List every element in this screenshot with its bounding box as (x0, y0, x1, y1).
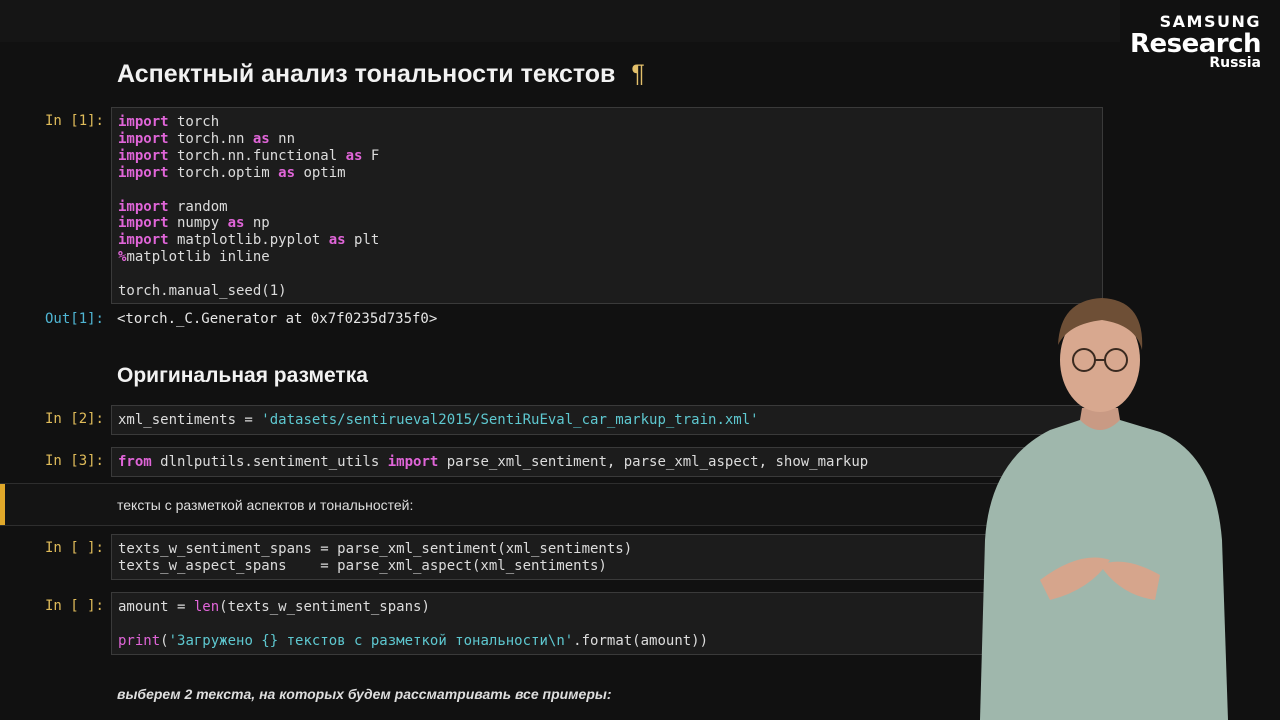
code-keyword: as (227, 215, 245, 232)
markdown-text: тексты с разметкой аспектов и тональност… (117, 497, 414, 513)
code-editor[interactable]: xml_sentiments = 'datasets/sentirueval20… (118, 412, 1096, 429)
code-keyword: import (118, 114, 169, 130)
code-editor[interactable]: import torch import torch.nn as nn impor… (118, 114, 1096, 300)
code-token: F (362, 147, 380, 164)
code-token: optim (295, 164, 346, 181)
code-token: torch (168, 114, 220, 130)
cell-5-in-prompt: In [ ]: (44, 598, 104, 614)
notebook-toolbar (0, 0, 1120, 42)
code-keyword: as (278, 164, 296, 181)
code-keyword: import (118, 232, 169, 249)
code-token: texts_w_aspect_spans = parse_xml_aspect(… (118, 557, 607, 574)
code-editor[interactable]: texts_w_sentiment_spans = parse_xml_sent… (118, 541, 1096, 575)
notebook-title: Аспектный анализ тональности текстов ¶ (117, 60, 645, 89)
markdown-cell-selected[interactable]: тексты с разметкой аспектов и тональност… (0, 483, 1104, 526)
code-cell-2[interactable]: xml_sentiments = 'datasets/sentirueval20… (111, 405, 1103, 435)
section-heading: Оригинальная разметка (117, 364, 368, 387)
code-token: amount = (118, 599, 194, 615)
code-keyword: as (328, 232, 346, 249)
code-token: print (118, 632, 161, 649)
code-token: texts_w_sentiment_spans = parse_xml_sent… (118, 541, 633, 557)
code-token: torch.nn (168, 130, 253, 147)
code-editor[interactable]: amount = len(texts_w_sentiment_spans) pr… (118, 599, 1096, 650)
code-keyword: import (118, 164, 169, 181)
code-keyword: import (118, 130, 169, 147)
code-editor[interactable]: from dlnlputils.sentiment_utils import p… (118, 454, 1096, 471)
code-keyword: import (118, 215, 169, 232)
code-token: torch.manual_seed(1) (118, 283, 287, 300)
code-cell-4[interactable]: texts_w_sentiment_spans = parse_xml_sent… (111, 534, 1103, 580)
code-token: torch.optim (168, 164, 279, 181)
code-token: matplotlib.pyplot (168, 232, 329, 249)
cell-1-output: <torch._C.Generator at 0x7f0235d735f0> (117, 311, 438, 327)
code-token: (texts_w_sentiment_spans) (219, 599, 430, 615)
cell-1-out-prompt: Out[1]: (44, 311, 104, 327)
code-keyword: import (118, 198, 169, 215)
code-token: ( (160, 632, 169, 649)
code-token: np (244, 215, 270, 232)
code-token: torch.nn.functional (168, 147, 346, 164)
code-token: random (168, 198, 228, 215)
code-token: plt (345, 232, 380, 249)
title-text: Аспектный анализ тональности текстов (117, 60, 616, 88)
code-cell-5[interactable]: amount = len(texts_w_sentiment_spans) pr… (111, 592, 1103, 655)
code-keyword: import (118, 147, 169, 164)
code-token: numpy (168, 215, 228, 232)
code-token: matplotlib inline (126, 249, 270, 266)
samsung-research-logo: SAMSUNG Research Russia (1129, 12, 1262, 71)
cell-2-in-prompt: In [2]: (44, 411, 104, 427)
code-keyword: as (345, 147, 363, 164)
presenter-video-overlay (980, 298, 1228, 720)
selection-indicator (0, 484, 5, 525)
code-cell-3[interactable]: from dlnlputils.sentiment_utils import p… (111, 447, 1103, 477)
code-string: 'Загружено {} текстов с разметкой тональ… (168, 632, 574, 649)
cell-4-in-prompt: In [ ]: (44, 540, 104, 556)
code-keyword: from (118, 454, 152, 470)
cell-1-in-prompt: In [1]: (44, 113, 104, 129)
logo-line-1: SAMSUNG (1159, 12, 1261, 31)
anchor-link[interactable]: ¶ (631, 60, 644, 88)
code-token: len (193, 599, 220, 615)
code-keyword: import (387, 454, 439, 470)
code-token: .format(amount)) (573, 632, 709, 649)
markdown-note: выберем 2 текста, на которых будем рассм… (117, 686, 612, 702)
code-cell-1[interactable]: import torch import torch.nn as nn impor… (111, 107, 1103, 304)
code-token: parse_xml_sentiment, parse_xml_aspect, s… (438, 454, 869, 470)
logo-line-2: Research (1129, 29, 1262, 59)
cell-3-in-prompt: In [3]: (44, 453, 104, 469)
code-keyword: as (252, 130, 270, 147)
code-token: nn (269, 130, 296, 147)
code-string: 'datasets/sentirueval2015/SentiRuEval_ca… (261, 412, 759, 428)
code-token: dlnlputils.sentiment_utils (151, 454, 388, 470)
code-token: xml_sentiments = (118, 412, 262, 428)
